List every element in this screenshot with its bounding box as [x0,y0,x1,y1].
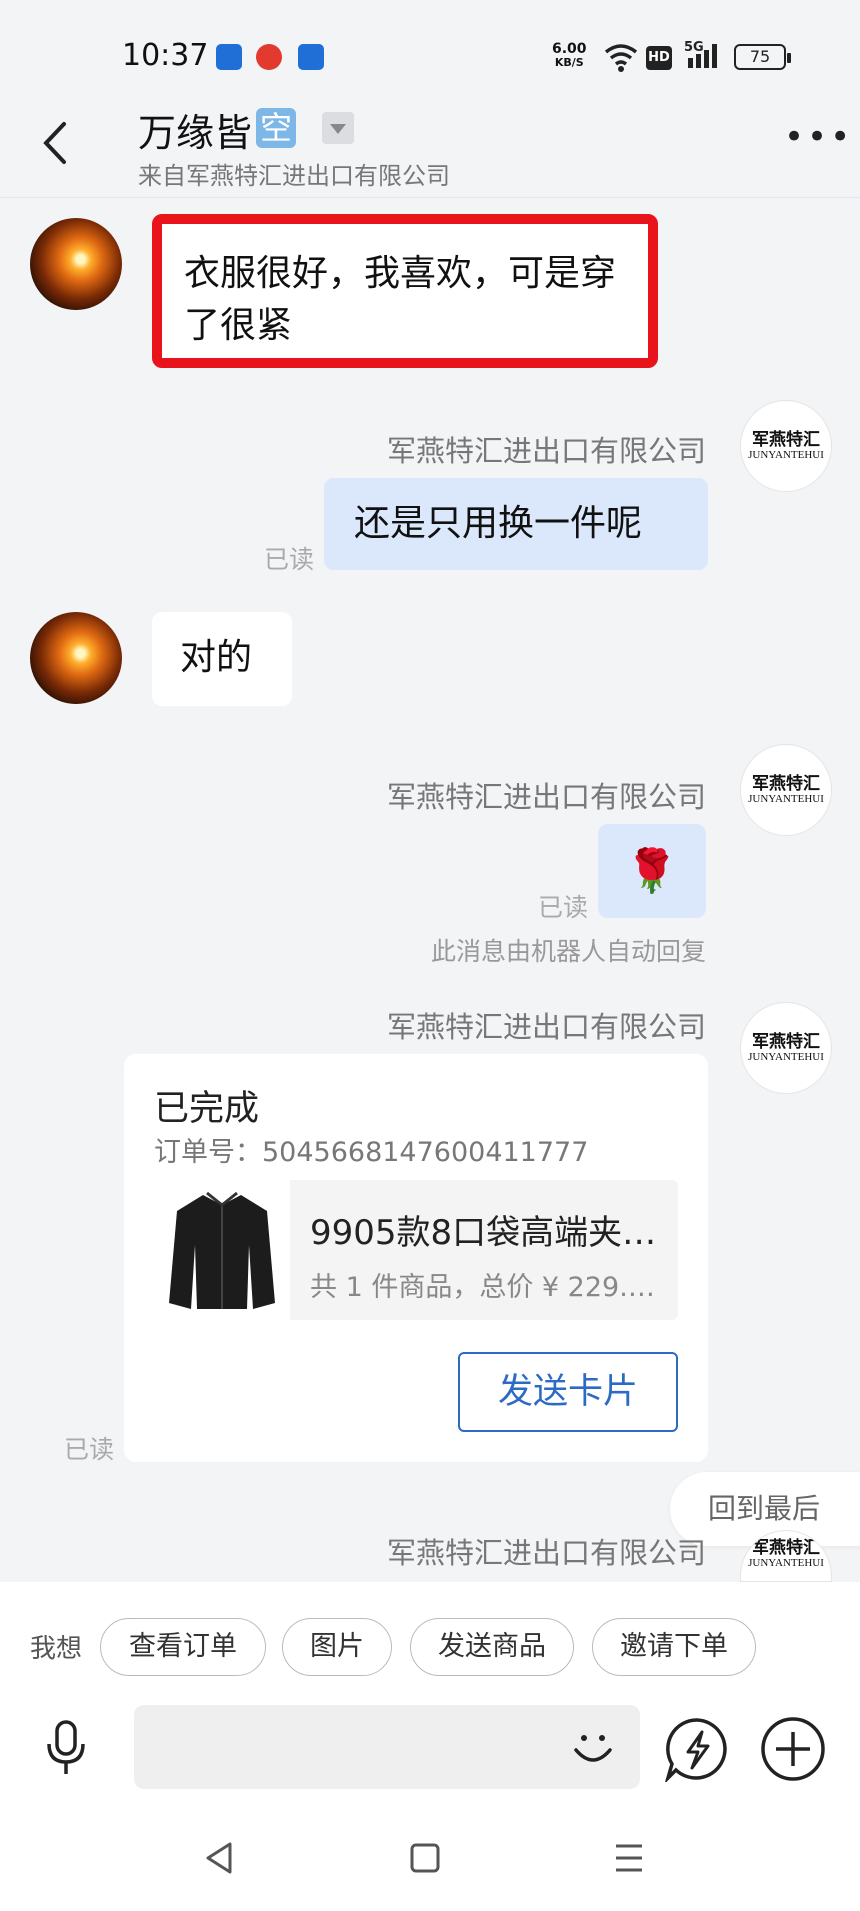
message-input[interactable] [134,1705,640,1789]
read-receipt: 已读 [538,893,589,922]
jacket-icon [169,1191,275,1309]
read-receipt: 已读 [64,1435,115,1464]
network-speed: 6.00 KB/S [552,41,587,69]
nav-home-icon[interactable] [408,1840,442,1880]
add-icon[interactable] [760,1716,826,1786]
title-badge: 空 [256,108,296,148]
order-status: 已完成 [154,1089,260,1129]
more-options-icon[interactable]: ••• [784,120,853,154]
quick-reply-icon[interactable] [664,1716,730,1786]
emoji-icon[interactable] [570,1724,616,1774]
wifi-icon [604,42,638,76]
status-time: 10:37 [122,38,209,73]
customer-avatar[interactable] [30,612,122,704]
sender-name: 军燕特汇进出口有限公司 [386,434,706,468]
product-name[interactable]: 9905款8口袋高端夹克外套 [310,1205,660,1254]
chat-subtitle: 来自军燕特汇进出口有限公司 [138,162,450,190]
read-receipt: 已读 [264,545,315,574]
customer-avatar[interactable] [30,218,122,310]
chip-image[interactable]: 图片 [282,1618,392,1676]
message-bubble-in[interactable]: 对的 [152,612,292,706]
product-summary: 共 1 件商品，总价 ¥ 229.00 [310,1272,660,1303]
message-bubble-highlighted[interactable]: 衣服很好，我喜欢，可是穿了很紧 [152,214,658,368]
chat-title[interactable]: 万缘皆 [138,102,252,157]
product-image[interactable] [154,1180,290,1320]
hd-icon: HD [646,46,672,70]
sender-name: 军燕特汇进出口有限公司 [386,1536,706,1570]
back-button[interactable] [36,118,76,168]
nav-back-icon[interactable] [202,1840,236,1880]
app-notification-icon [216,44,242,70]
back-arrow-icon [43,122,66,164]
sf-express-icon [256,44,282,70]
sender-name: 军燕特汇进出口有限公司 [386,780,706,814]
message-bubble-out[interactable]: 还是只用换一件呢 [324,478,708,570]
order-number: 订单号：5045668147600411777 [154,1137,589,1168]
send-card-button[interactable]: 发送卡片 [458,1352,678,1432]
company-avatar[interactable]: 军燕特汇 JUNYANTEHUI [740,744,832,836]
chip-send-product[interactable]: 发送商品 [410,1618,574,1676]
app-notification-icon [298,44,324,70]
signal-icon: 5G [684,40,724,70]
chip-invite-order[interactable]: 邀请下单 [592,1618,756,1676]
battery-icon: 75 [734,44,791,70]
sender-name: 军燕特汇进出口有限公司 [386,1010,706,1044]
robot-reply-note: 此消息由机器人自动回复 [430,937,706,966]
title-dropdown-icon[interactable] [322,112,354,144]
microphone-icon[interactable] [44,1720,88,1780]
company-avatar[interactable]: 军燕特汇 JUNYANTEHUI [740,400,832,492]
nav-menu-icon[interactable] [612,1840,646,1880]
rose-emoji-bubble[interactable]: 🌹 [598,824,706,918]
chip-view-order[interactable]: 查看订单 [100,1618,266,1676]
quick-actions-label: 我想 [30,1634,83,1664]
company-avatar[interactable]: 军燕特汇 JUNYANTEHUI [740,1002,832,1094]
